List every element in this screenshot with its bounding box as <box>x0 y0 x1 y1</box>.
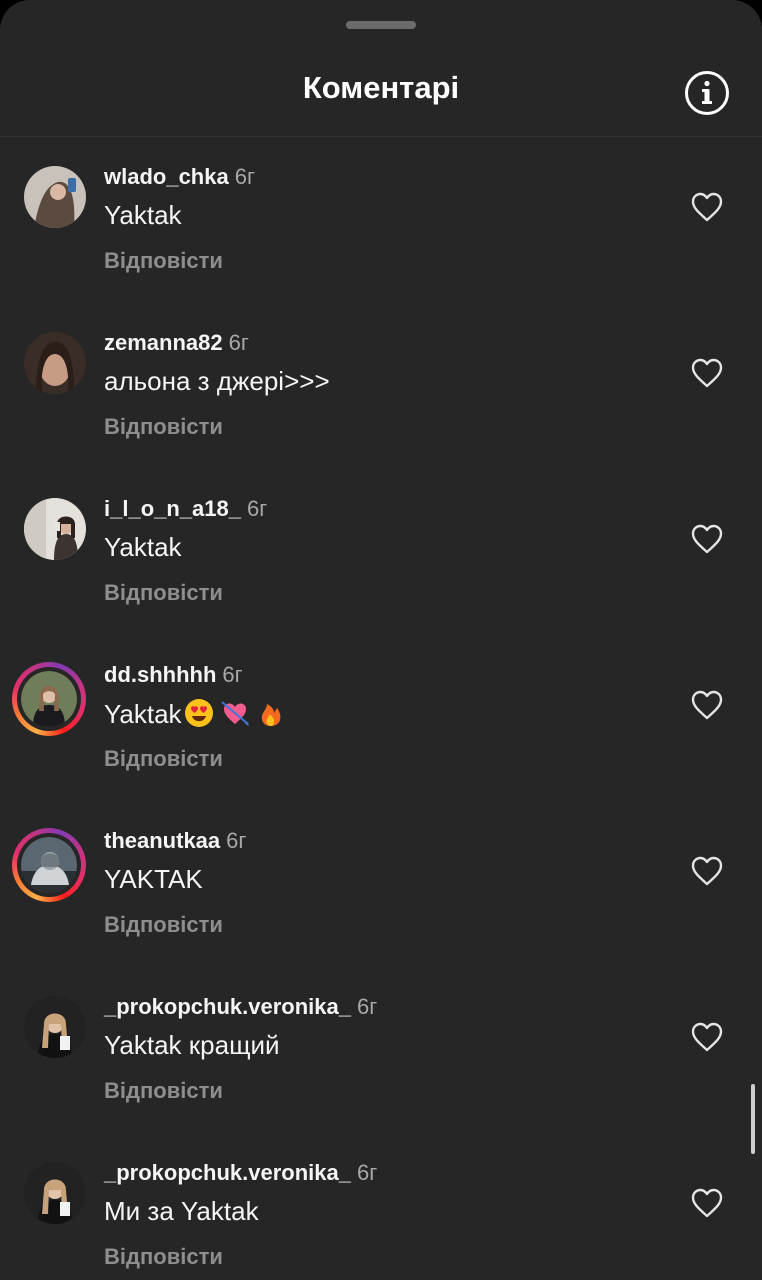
comment-text: Ми за Yaktak <box>104 1196 259 1226</box>
avatar[interactable] <box>24 996 86 1058</box>
comment-item: _prokopchuk.veronika_ 6г Ми за Yaktak Від… <box>0 1132 762 1280</box>
fire-emoji <box>261 704 280 726</box>
comment-item: i_l_o_n_a18_ 6г Yaktak Відповісти <box>0 468 762 634</box>
avatar-story-ring[interactable] <box>12 828 86 902</box>
heart-outline-icon[interactable] <box>690 357 724 389</box>
avatar-story-ring[interactable] <box>12 662 86 736</box>
heart-outline-icon[interactable] <box>690 1187 724 1219</box>
timestamp: 6г <box>246 496 268 521</box>
reply-button[interactable]: Відповісти <box>104 912 223 938</box>
timestamp: 6г <box>222 662 243 687</box>
username[interactable]: dd.shhhhh <box>104 662 216 687</box>
comment-text: Yaktak кращий <box>104 1030 280 1060</box>
heart-arrow-emoji <box>220 701 249 726</box>
comment-meta: _prokopchuk.veronika_ 6г <box>104 994 377 1020</box>
username[interactable]: i_l_o_n_a18_ <box>104 496 241 521</box>
avatar[interactable] <box>24 166 86 228</box>
page-title: Коментарі <box>302 70 460 105</box>
comment-text: YAKTAK <box>104 864 203 894</box>
heart-eyes-emoji <box>184 699 213 727</box>
reply-button[interactable]: Відповісти <box>104 1244 223 1270</box>
comment-meta: _prokopchuk.veronika_ 6г <box>104 1160 377 1186</box>
comments-header: Коментарі <box>0 50 762 137</box>
reply-button[interactable]: Відповісти <box>104 580 223 606</box>
reply-button[interactable]: Відповісти <box>104 414 223 440</box>
comment-text: альона з джері>>> <box>104 366 330 396</box>
comment-item: theanutkaa 6г YAKTAK Відповісти <box>0 800 762 966</box>
drag-handle[interactable] <box>346 21 416 29</box>
username[interactable]: wlado_chka <box>104 164 229 189</box>
avatar[interactable] <box>24 1162 86 1224</box>
comment-meta: dd.shhhhh 6г <box>104 662 243 688</box>
info-icon[interactable] <box>684 70 730 116</box>
username[interactable]: theanutkaa <box>104 828 220 853</box>
avatar[interactable] <box>24 332 86 394</box>
timestamp: 6г <box>356 994 378 1019</box>
reply-button[interactable]: Відповісти <box>104 746 223 772</box>
username[interactable]: zemanna82 <box>104 330 223 355</box>
reply-button[interactable]: Відповісти <box>104 1078 223 1104</box>
comment-meta: wlado_chka 6г <box>104 164 255 190</box>
heart-outline-icon[interactable] <box>690 855 724 887</box>
comment-item: wlado_chka 6г Yaktak Відповісти <box>0 136 762 302</box>
timestamp: 6г <box>234 164 255 189</box>
comment-text-value: Yaktak <box>104 699 182 729</box>
comment-text: Yaktak <box>104 200 182 230</box>
timestamp: 6г <box>228 330 249 355</box>
comment-list: wlado_chka 6г Yaktak Відповісти zemanna82… <box>0 136 762 1280</box>
heart-outline-icon[interactable] <box>690 191 724 223</box>
comment-meta: zemanna82 6г <box>104 330 249 356</box>
comment-item: _prokopchuk.veronika_ 6г Yaktak кращий Ві… <box>0 966 762 1132</box>
reply-button[interactable]: Відповісти <box>104 248 223 274</box>
avatar[interactable] <box>24 498 86 560</box>
heart-outline-icon[interactable] <box>690 1021 724 1053</box>
heart-outline-icon[interactable] <box>690 523 724 555</box>
timestamp: 6г <box>226 828 247 853</box>
comment-item: zemanna82 6г альона з джері>>> Відповісти <box>0 302 762 468</box>
username[interactable]: _prokopchuk.veronika_ <box>104 994 351 1019</box>
comments-sheet: Коментарі wlado_chka 6г Yaktak Відповіст… <box>0 0 762 1280</box>
comment-meta: theanutkaa 6г <box>104 828 246 854</box>
timestamp: 6г <box>356 1160 378 1185</box>
comment-text: Yaktak <box>104 532 182 562</box>
username[interactable]: _prokopchuk.veronika_ <box>104 1160 351 1185</box>
comment-text: Yaktak <box>104 698 286 730</box>
comment-meta: i_l_o_n_a18_ 6г <box>104 496 267 522</box>
scrollbar[interactable] <box>751 1084 755 1154</box>
comment-item: dd.shhhhh 6г Yaktak Відповісти <box>0 634 762 800</box>
heart-outline-icon[interactable] <box>690 689 724 721</box>
